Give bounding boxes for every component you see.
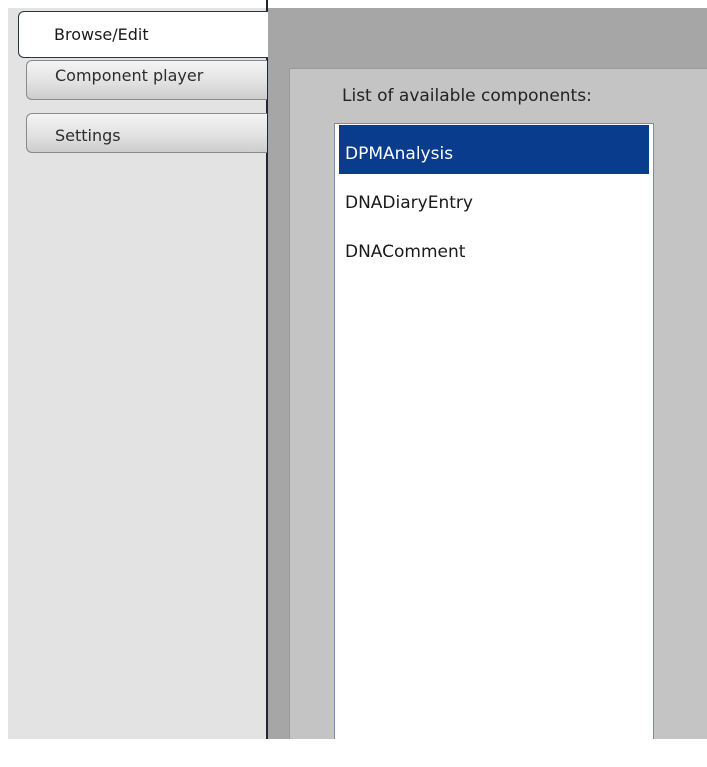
tab-settings[interactable]: Settings (26, 113, 267, 153)
components-list[interactable]: DPMAnalysis DNADiaryEntry DNAComment (334, 123, 654, 739)
tab-label: Component player (55, 66, 204, 85)
tab-label: Browse/Edit (54, 25, 149, 44)
list-item-label: DNADiaryEntry (345, 193, 473, 213)
list-item-label: DPMAnalysis (345, 144, 454, 164)
tab-label: Settings (55, 126, 121, 145)
list-item-dpmanalysis[interactable]: DPMAnalysis (339, 125, 649, 174)
list-item-dnacomment[interactable]: DNAComment (339, 223, 649, 272)
list-item-dnadiaryentry[interactable]: DNADiaryEntry (339, 174, 649, 223)
list-item-label: DNAComment (345, 242, 466, 262)
tab-browse-edit[interactable]: Browse/Edit (18, 11, 268, 58)
components-list-label: List of available components: (342, 86, 592, 106)
tab-component-player[interactable]: Component player (26, 60, 267, 100)
